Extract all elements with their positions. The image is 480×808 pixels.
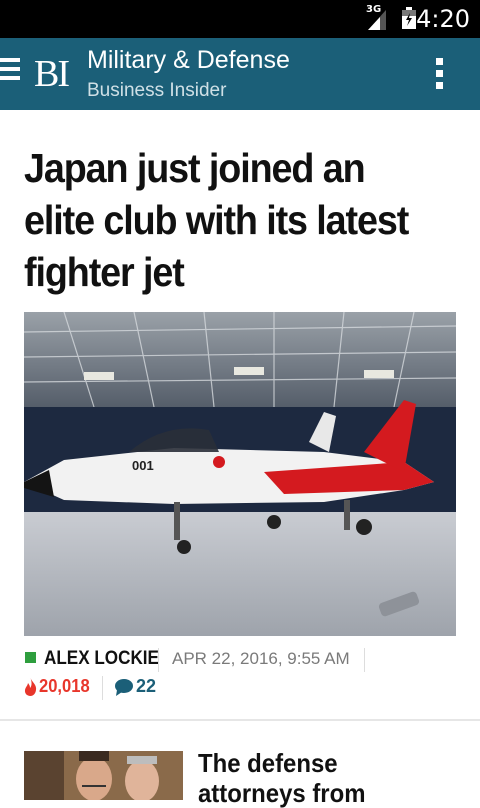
meta-divider [364,648,365,672]
menu-icon[interactable] [0,58,20,86]
next-article-thumbnail[interactable] [24,751,183,800]
publication-name: Business Insider [87,80,227,101]
comment-count[interactable]: 22 [136,676,156,697]
publish-date: APR 22, 2016, 9:55 AM [172,649,350,668]
article-headline: Japan just joined an elite club with its… [24,145,409,295]
status-bar: 3G 4:20 [0,0,480,38]
clock: 4:20 [416,5,470,33]
svg-text:001: 001 [132,458,154,473]
overflow-menu-icon[interactable] [436,58,444,90]
meta-divider [158,648,159,672]
comment-icon[interactable] [114,678,134,696]
section-title: Military & Defense [87,46,290,74]
view-count: 20,018 [39,676,90,696]
article-hero-image[interactable]: 001 [24,312,456,636]
article-meta: ALEX LOCKIE APR 22, 2016, 9:55 AM [24,648,464,674]
battery-icon [402,7,416,29]
app-bar: BI Military & Defense Business Insider [0,38,480,110]
flame-icon [24,678,37,696]
article-stats: 20,018 22 [24,676,464,702]
author-name[interactable]: ALEX LOCKIE [44,648,159,670]
signal-icon: 3G [364,4,390,30]
stats-divider [102,676,103,700]
author-badge-icon [25,652,36,663]
logo[interactable]: BI [34,52,70,96]
next-article-title[interactable]: The defense attorneys from [198,748,437,808]
article-divider [0,719,480,721]
